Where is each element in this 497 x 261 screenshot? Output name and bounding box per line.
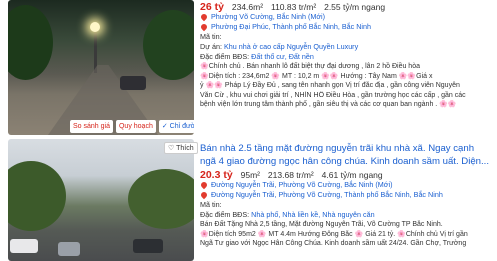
price-per-m2: 213.68 tr/m² bbox=[267, 170, 314, 180]
tree-decoration bbox=[143, 10, 194, 80]
listing-description: Bán Đất Tặng Nhà 2,5 tầng, Mặt đường Ngu… bbox=[200, 220, 497, 249]
desc-line: bệnh viện lớn trung tâm thành phố , gần … bbox=[200, 101, 457, 108]
title-line: ngã 4 giao đường ngọc hân công chúa. Kin… bbox=[200, 156, 490, 167]
project-label: Dự án: bbox=[200, 42, 222, 51]
listing-info-2[interactable]: Bán nhà 2.5 tầng mặt đường nguyễn trãi k… bbox=[200, 142, 497, 249]
planning-button[interactable]: Quy hoạch bbox=[115, 120, 156, 133]
listing-code-label: Mã tin: bbox=[200, 200, 222, 209]
area: 95m² bbox=[240, 170, 260, 180]
feature-value[interactable]: Đất thổ cư, Đất nền bbox=[251, 52, 314, 61]
listing-photo-1[interactable]: So sánh giá Quy hoạch ✓ Chỉ đường bbox=[8, 0, 194, 135]
location-pin-icon bbox=[200, 22, 209, 32]
location[interactable]: Đường Nguyễn Trãi, Phường Võ Cường, Bắc … bbox=[211, 180, 393, 189]
tree-decoration bbox=[128, 169, 194, 229]
car bbox=[10, 239, 38, 253]
listing-description: 🌸Chính chủ . Bán nhanh lô đất biệt thự đ… bbox=[200, 62, 497, 110]
location-pin-icon bbox=[200, 190, 209, 200]
desc-line: 🌸Diện tích : 234,6m2 🌸 MT : 10,2 m 🌸🌸 Hư… bbox=[200, 72, 433, 80]
desc-line: Văn Cừ , khu vui chơi giải trí , NHÌN HỒ… bbox=[200, 91, 466, 99]
desc-line: ỷ 🌸🌸 Pháp Lý Đầy Đủ , sang tên nhanh gọn… bbox=[200, 82, 460, 89]
listing-price-row: 26 tỷ 234.6m² 110.83 tr/m² 2.55 tỷ/m nga… bbox=[200, 2, 497, 12]
area: 234.6m² bbox=[231, 2, 264, 12]
price-per-frontage: 4.61 tỷ/m ngang bbox=[321, 170, 383, 180]
feature-label: Đặc điểm BĐS: bbox=[200, 210, 250, 219]
listing-price-row: 20.3 tỷ 95m² 213.68 tr/m² 4.61 tỷ/m ngan… bbox=[200, 170, 497, 180]
listing-photo-2[interactable] bbox=[8, 139, 194, 261]
car bbox=[58, 242, 80, 256]
listing-code-label: Mã tin: bbox=[200, 32, 222, 41]
location-pin-icon bbox=[200, 180, 209, 190]
project-link[interactable]: Khu nhà ở cao cấp Nguyễn Quyền Luxury bbox=[224, 42, 358, 51]
title-line: Bán nhà 2.5 tầng mặt đường nguyễn trãi k… bbox=[200, 143, 475, 154]
desc-line: Ngã Tư giao với Ngọc Hân Công Chúa. Kinh… bbox=[200, 240, 467, 247]
car bbox=[133, 239, 163, 253]
listing-title[interactable]: Bán nhà 2.5 tầng mặt đường nguyễn trãi k… bbox=[200, 142, 497, 168]
compare-price-button[interactable]: So sánh giá bbox=[70, 120, 113, 133]
desc-line: 🌸Chính chủ . Bán nhanh lô đất biệt thự đ… bbox=[200, 63, 420, 70]
feature-value[interactable]: Nhà phố, Nhà liền kề, Nhà nguyên căn bbox=[251, 210, 374, 219]
location-pin-icon bbox=[200, 12, 209, 22]
listing-actions: So sánh giá Quy hoạch ✓ Chỉ đường bbox=[70, 120, 194, 133]
tree-decoration bbox=[8, 161, 66, 231]
street-lamp bbox=[94, 28, 97, 73]
price-per-frontage: 2.55 tỷ/m ngang bbox=[324, 2, 386, 12]
car bbox=[120, 76, 146, 90]
listing-info-1[interactable]: 26 tỷ 234.6m² 110.83 tr/m² 2.55 tỷ/m nga… bbox=[200, 2, 497, 110]
old-location[interactable]: Phường Đại Phúc, Thành phố Bắc Ninh, Bắc… bbox=[211, 22, 371, 31]
price: 20.3 tỷ bbox=[200, 170, 233, 180]
price: 26 tỷ bbox=[200, 2, 224, 12]
desc-line: Bán Đất Tặng Nhà 2,5 tầng, Mặt đường Ngu… bbox=[200, 221, 443, 228]
tree-decoration bbox=[8, 5, 53, 80]
old-location[interactable]: Đường Nguyễn Trãi, Phường Võ Cường, Thàn… bbox=[211, 190, 443, 199]
feature-label: Đặc điểm BĐS: bbox=[200, 52, 250, 61]
directions-button[interactable]: ✓ Chỉ đường bbox=[158, 120, 194, 133]
location[interactable]: Phường Võ Cường, Bắc Ninh (Mới) bbox=[211, 12, 325, 21]
price-per-m2: 110.83 tr/m² bbox=[270, 2, 317, 12]
desc-line: 🌸Diện tích 95m2 🌸 MT 4.4m Hướng Đông Bắc… bbox=[200, 230, 468, 238]
like-button[interactable]: ♡ Thích bbox=[164, 142, 198, 154]
lamp-light bbox=[90, 22, 100, 32]
